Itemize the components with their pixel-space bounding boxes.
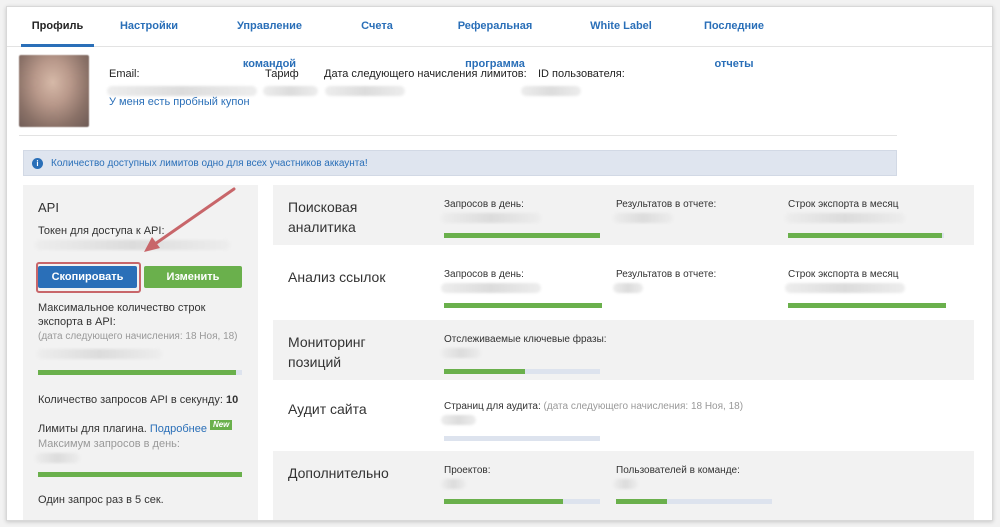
team-users-redacted [613, 479, 638, 489]
links-results-redacted [613, 283, 643, 293]
search-requests-label: Запросов в день: [444, 199, 524, 210]
team-users-label: Пользователей в команде: [616, 465, 740, 476]
info-icon: i [32, 158, 43, 169]
links-results-label: Результатов в отчете: [616, 269, 717, 280]
coupon-link[interactable]: У меня есть пробный купон [109, 96, 250, 108]
keywords-fill [444, 369, 526, 374]
api-panel: API Токен для доступа к API: Скопировать… [23, 185, 258, 520]
search-requests-bar [444, 233, 600, 238]
projects-fill [444, 499, 563, 504]
api-rps-value: 10 [225, 394, 239, 406]
tab-white-label[interactable]: White Label [588, 7, 654, 47]
max-rows-progress-fill [38, 370, 236, 375]
email-label: Email: [109, 68, 140, 80]
limits-row-additional: Дополнительно Проектов: Пользователей в … [273, 451, 974, 520]
projects-bar [444, 499, 600, 504]
row-title-search-analytics-line2: аналитика [288, 219, 356, 235]
plugin-max-requests-label: Максимум запросов в день: [38, 438, 180, 450]
api-rps-label: Количество запросов API в секунду: [38, 394, 223, 406]
tab-billing[interactable]: Счета [352, 7, 402, 47]
api-title: API [38, 200, 59, 215]
row-title-additional: Дополнительно [288, 465, 389, 481]
next-limits-label: Дата следующего начисления лимитов: [324, 68, 527, 80]
avatar [19, 55, 89, 127]
plugin-progress-fill [38, 472, 242, 477]
keywords-label: Отслеживаемые ключевые фразы: [444, 334, 607, 345]
user-id-label: ID пользователя: [538, 68, 625, 80]
max-rows-value-redacted [37, 349, 162, 359]
tab-profile[interactable]: Профиль [21, 7, 94, 47]
api-rps-text: Количество запросов API в секунду: 10 [38, 394, 238, 406]
links-export-label: Строк экспорта в месяц [788, 269, 899, 280]
max-rows-label-line1: Максимальное количество строк [38, 302, 206, 314]
links-export-redacted [785, 283, 905, 293]
copy-token-button[interactable]: Скопировать [38, 266, 137, 288]
row-title-rank-tracking-line1: Мониторинг [288, 334, 366, 350]
tab-team-management[interactable]: Управление командой [212, 7, 327, 70]
links-export-fill [788, 303, 946, 308]
max-rows-label-line2: экспорта в API: [38, 316, 116, 328]
limits-row-backlinks: Анализ ссылок Запросов в день: Результат… [273, 253, 974, 313]
info-banner: i Количество доступных лимитов одно для … [23, 150, 897, 176]
row-title-rank-tracking-line2: позиций [288, 354, 342, 370]
links-requests-label: Запросов в день: [444, 269, 524, 280]
plugin-limits-text: Лимиты для плагина. Подробнее New [38, 420, 233, 435]
keywords-redacted [441, 348, 481, 358]
row-title-rank-tracking: Мониторинг позиций [288, 332, 366, 372]
search-requests-redacted [441, 213, 541, 223]
projects-label: Проектов: [444, 465, 491, 476]
links-requests-fill [444, 303, 602, 308]
search-export-fill [788, 233, 943, 238]
next-limits-value-redacted [325, 86, 405, 96]
search-results-label: Результатов в отчете: [616, 199, 717, 210]
tab-recent-reports[interactable]: Последние отчеты [684, 7, 784, 70]
plugin-progress-bar [38, 472, 242, 477]
team-users-fill [616, 499, 668, 504]
tab-bar: Профиль Настройки Управление командой Сч… [7, 7, 992, 70]
max-rows-progress-bar [38, 370, 242, 375]
account-window: Профиль Настройки Управление командой Сч… [6, 6, 993, 521]
search-export-redacted [785, 213, 905, 223]
row-title-search-analytics-line1: Поисковая [288, 199, 358, 215]
plan-value-redacted [263, 86, 318, 96]
api-token-redacted [35, 240, 230, 250]
audit-next-accrual: (дата следующего начисления: 18 Ноя, 18) [543, 401, 744, 412]
max-rows-next-accrual: (дата следующего начисления: 18 Ноя, 18) [38, 331, 238, 342]
row-title-site-audit: Аудит сайта [288, 401, 367, 417]
plugin-details-link[interactable]: Подробнее [150, 423, 207, 435]
plan-label: Тариф [265, 68, 299, 80]
projects-redacted [441, 479, 466, 489]
search-export-label: Строк экспорта в месяц [788, 199, 899, 210]
user-id-value-redacted [521, 86, 581, 96]
rate-limit-text: Один запрос раз в 5 сек. [38, 494, 164, 506]
links-requests-bar [444, 303, 602, 308]
limits-row-search-analytics: Поисковая аналитика Запросов в день: Резу… [273, 185, 974, 245]
api-token-label: Токен для доступа к API: [38, 225, 165, 237]
limits-row-site-audit: Аудит сайта Страниц для аудита: (дата сл… [273, 385, 974, 445]
search-requests-fill [444, 233, 600, 238]
row-title-backlinks: Анализ ссылок [288, 269, 386, 285]
info-banner-text: Количество доступных лимитов одно для вс… [51, 158, 368, 169]
audit-pages-redacted [441, 415, 476, 425]
audit-pages-bar [444, 436, 600, 441]
limits-row-rank-tracking: Мониторинг позиций Отслеживаемые ключевые… [273, 320, 974, 380]
audit-pages-text: Страниц для аудита: (дата следующего нач… [444, 401, 743, 412]
plugin-max-value-redacted [35, 453, 80, 463]
search-export-bar [788, 233, 944, 238]
audit-pages-label: Страниц для аудита: [444, 401, 541, 412]
links-export-bar [788, 303, 946, 308]
change-token-button[interactable]: Изменить [144, 266, 242, 288]
divider [19, 135, 897, 136]
team-users-bar [616, 499, 772, 504]
email-value-redacted [107, 86, 257, 96]
search-results-redacted [613, 213, 673, 223]
row-title-search-analytics: Поисковая аналитика [288, 197, 357, 237]
tab-settings[interactable]: Настройки [111, 7, 187, 47]
links-requests-redacted [441, 283, 541, 293]
keywords-bar [444, 369, 600, 374]
tab-referral[interactable]: Реферальная программа [431, 7, 559, 70]
plugin-limits-label: Лимиты для плагина. [38, 423, 147, 435]
new-badge: New [209, 420, 233, 430]
